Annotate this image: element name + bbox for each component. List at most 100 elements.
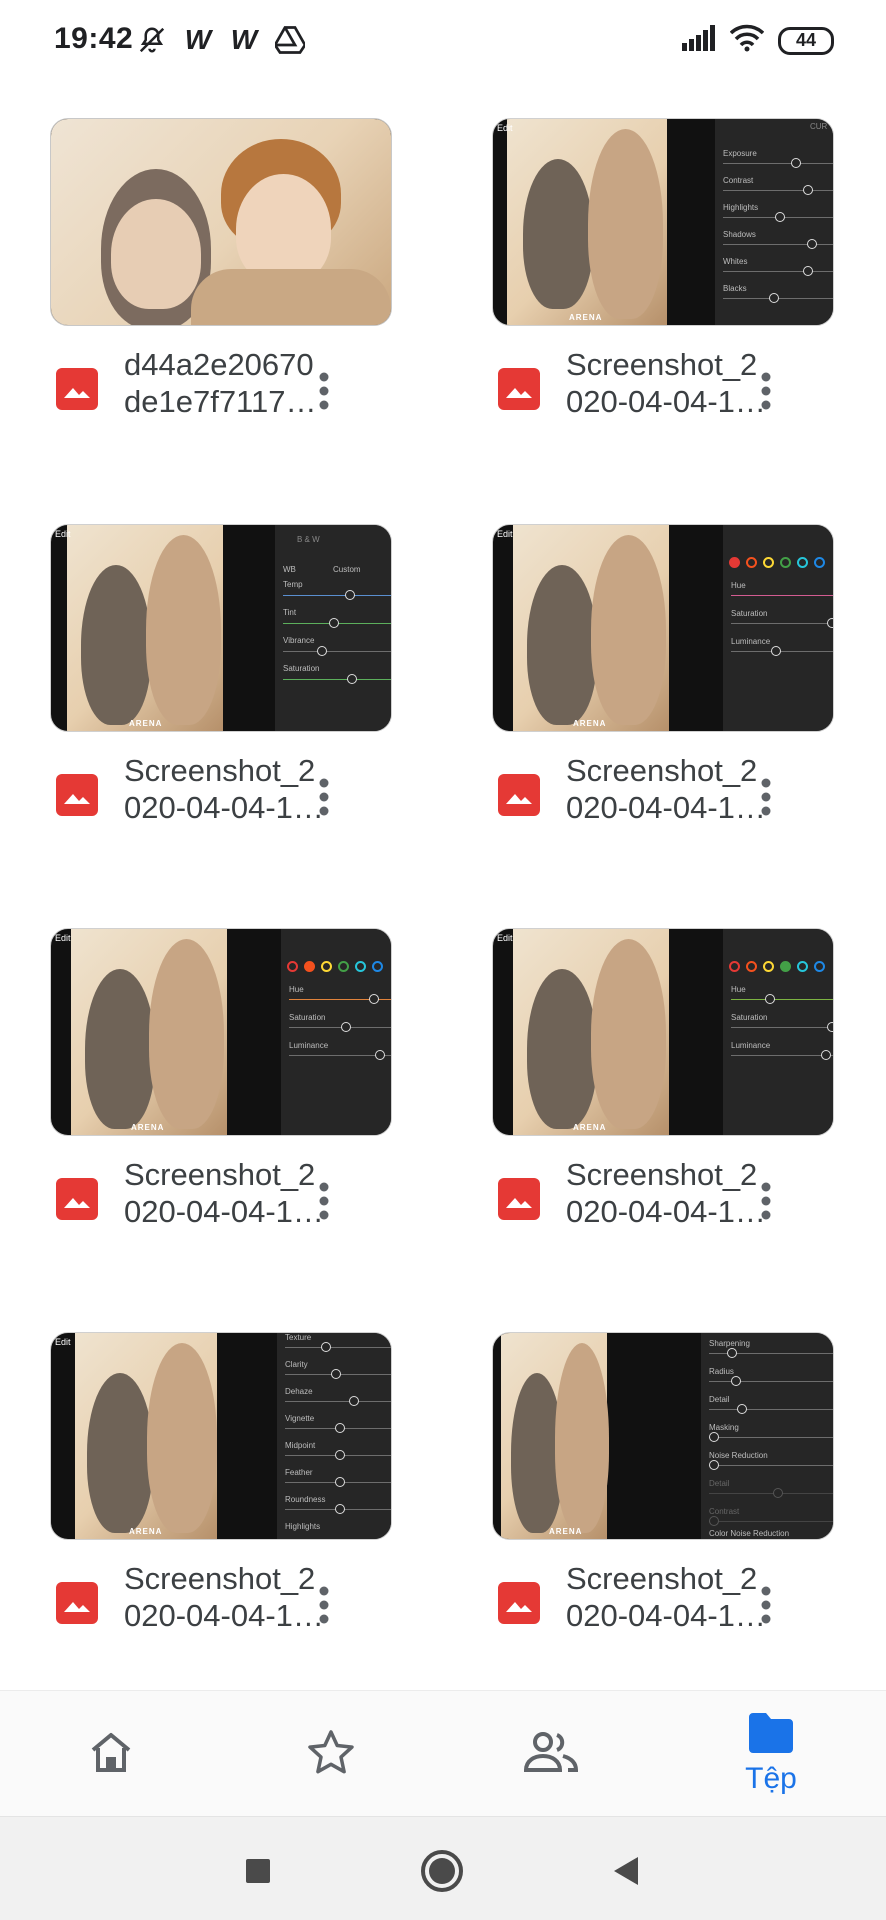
image-file-icon <box>56 1582 98 1624</box>
panel-label: Masking <box>709 1423 739 1432</box>
file-info-row: d44a2e20670 de1e7f7117… <box>50 340 392 430</box>
panel-label: Roundness <box>285 1495 326 1504</box>
more-options-icon[interactable] <box>750 772 782 822</box>
panel-label: Detail <box>709 1395 730 1404</box>
panel-label: Noise Reduction <box>709 1451 768 1460</box>
file-name-line1: Screenshot_2 <box>566 1157 758 1192</box>
file-card[interactable]: Edit ARENA B & W WB Custom Temp Tint Vib… <box>50 524 392 854</box>
file-info-row: Screenshot_2 020-04-04-1… <box>50 1150 392 1240</box>
nav-home[interactable] <box>36 1691 186 1817</box>
panel-label: Detail <box>709 1479 730 1488</box>
panel-label: Whites <box>723 257 748 266</box>
panel-label: Texture <box>285 1333 312 1342</box>
wifi-icon <box>729 24 765 57</box>
nav-files-label: Tệp <box>745 1761 797 1795</box>
more-options-icon[interactable] <box>750 1176 782 1226</box>
more-options-icon[interactable] <box>308 1176 340 1226</box>
panel-tab-label: CUR <box>810 122 828 131</box>
people-icon <box>523 1731 579 1777</box>
folder-icon <box>747 1712 795 1758</box>
file-info-row: Screenshot_2 020-04-04-1… <box>50 1554 392 1644</box>
battery-level: 44 <box>795 30 817 50</box>
bottom-navigation: Tệp <box>0 1690 886 1816</box>
panel-label: Luminance <box>731 1041 771 1050</box>
panel-label: Highlights <box>723 203 759 212</box>
signal-icon <box>682 25 716 56</box>
image-file-icon <box>498 774 540 816</box>
panel-label: Clarity <box>285 1360 308 1369</box>
panel-label: Luminance <box>289 1041 329 1050</box>
panel-label: Exposure <box>723 149 757 158</box>
watermark-text: ARENA <box>129 719 163 728</box>
panel-value: Custom <box>333 565 361 574</box>
panel-label: Highlights <box>285 1522 321 1531</box>
back-button[interactable] <box>604 1849 648 1893</box>
file-thumbnail[interactable]: Edit ARENA CUR Exposure Contrast Highlig… <box>492 118 834 326</box>
file-card[interactable]: Edit ARENA Hue Saturation Luminance Scre… <box>50 928 392 1258</box>
recent-apps-button[interactable] <box>236 1849 280 1893</box>
panel-label: Midpoint <box>285 1441 316 1450</box>
watermark-text: ARENA <box>573 1123 607 1132</box>
panel-label: Radius <box>709 1367 734 1376</box>
watermark-text: ARENA <box>549 1527 583 1536</box>
file-card[interactable]: Edit ARENA CUR Exposure Contrast Highlig… <box>492 118 834 448</box>
more-options-icon[interactable] <box>308 366 340 416</box>
panel-label: Color Noise Reduction <box>709 1529 790 1538</box>
image-file-icon <box>56 774 98 816</box>
panel-label: Saturation <box>731 1013 768 1022</box>
panel-label: Luminance <box>731 637 771 646</box>
file-thumbnail[interactable]: Edit ARENA Hue Saturation Luminance <box>492 928 834 1136</box>
battery-icon: 44 <box>778 26 834 55</box>
w-icon: W <box>230 24 258 55</box>
panel-label: Hue <box>731 985 746 994</box>
file-thumbnail[interactable]: Edit ARENA Hue Saturation Luminance <box>50 928 392 1136</box>
file-thumbnail[interactable]: ARENA Sharpening Radius Detail Masking N… <box>492 1332 834 1540</box>
more-options-icon[interactable] <box>308 1580 340 1630</box>
mute-icon <box>136 24 168 56</box>
edit-label: Edit <box>497 529 513 539</box>
file-card[interactable]: d44a2e20670 de1e7f7117… <box>50 118 392 448</box>
edit-label: Edit <box>55 1337 71 1347</box>
system-navigation-bar <box>0 1816 886 1920</box>
file-info-row: Screenshot_2 020-04-04-1… <box>492 1554 834 1644</box>
panel-header: B & W <box>297 535 320 544</box>
panel-label: Saturation <box>283 664 320 673</box>
file-card[interactable]: ARENA Sharpening Radius Detail Masking N… <box>492 1332 834 1662</box>
status-icons-right: 44 <box>682 24 834 57</box>
panel-label: Contrast <box>709 1507 740 1516</box>
file-name-line1: Screenshot_2 <box>566 753 758 788</box>
file-thumbnail[interactable]: Edit ARENA B & W WB Custom Temp Tint Vib… <box>50 524 392 732</box>
edit-label: Edit <box>55 933 71 943</box>
status-icons-left: W W <box>136 24 306 56</box>
panel-label: Vignette <box>285 1414 315 1423</box>
file-thumbnail[interactable]: Edit ARENA Texture Clarity Dehaze Vignet… <box>50 1332 392 1540</box>
more-options-icon[interactable] <box>750 366 782 416</box>
file-thumbnail[interactable] <box>50 118 392 326</box>
file-name-line1: Screenshot_2 <box>124 1561 316 1596</box>
home-icon <box>89 1730 133 1779</box>
nav-shared[interactable] <box>476 1691 626 1817</box>
file-card[interactable]: Edit ARENA Texture Clarity Dehaze Vignet… <box>50 1332 392 1662</box>
panel-label: Hue <box>731 581 746 590</box>
status-bar: 19:42 W W 44 <box>0 0 886 80</box>
more-options-icon[interactable] <box>308 772 340 822</box>
panel-label: Vibrance <box>283 636 315 645</box>
file-card[interactable]: Edit ARENA Hue Saturation Luminance Scre… <box>492 524 834 854</box>
file-name-line1: d44a2e20670 <box>124 347 314 382</box>
panel-label: Saturation <box>731 609 768 618</box>
file-name-line1: Screenshot_2 <box>124 1157 316 1192</box>
star-icon <box>307 1729 355 1780</box>
file-name-line1: Screenshot_2 <box>124 753 316 788</box>
file-card[interactable]: Edit ARENA Hue Saturation Luminance Scre… <box>492 928 834 1258</box>
file-info-row: Screenshot_2 020-04-04-1… <box>50 746 392 836</box>
nav-starred[interactable] <box>256 1691 406 1817</box>
more-options-icon[interactable] <box>750 1580 782 1630</box>
edit-label: Edit <box>497 123 513 133</box>
panel-label: Contrast <box>723 176 754 185</box>
home-button[interactable] <box>420 1849 464 1893</box>
panel-label: Dehaze <box>285 1387 313 1396</box>
w-icon: W <box>184 24 212 55</box>
nav-files[interactable]: Tệp <box>696 1691 846 1817</box>
panel-label: WB <box>283 565 296 574</box>
file-thumbnail[interactable]: Edit ARENA Hue Saturation Luminance <box>492 524 834 732</box>
